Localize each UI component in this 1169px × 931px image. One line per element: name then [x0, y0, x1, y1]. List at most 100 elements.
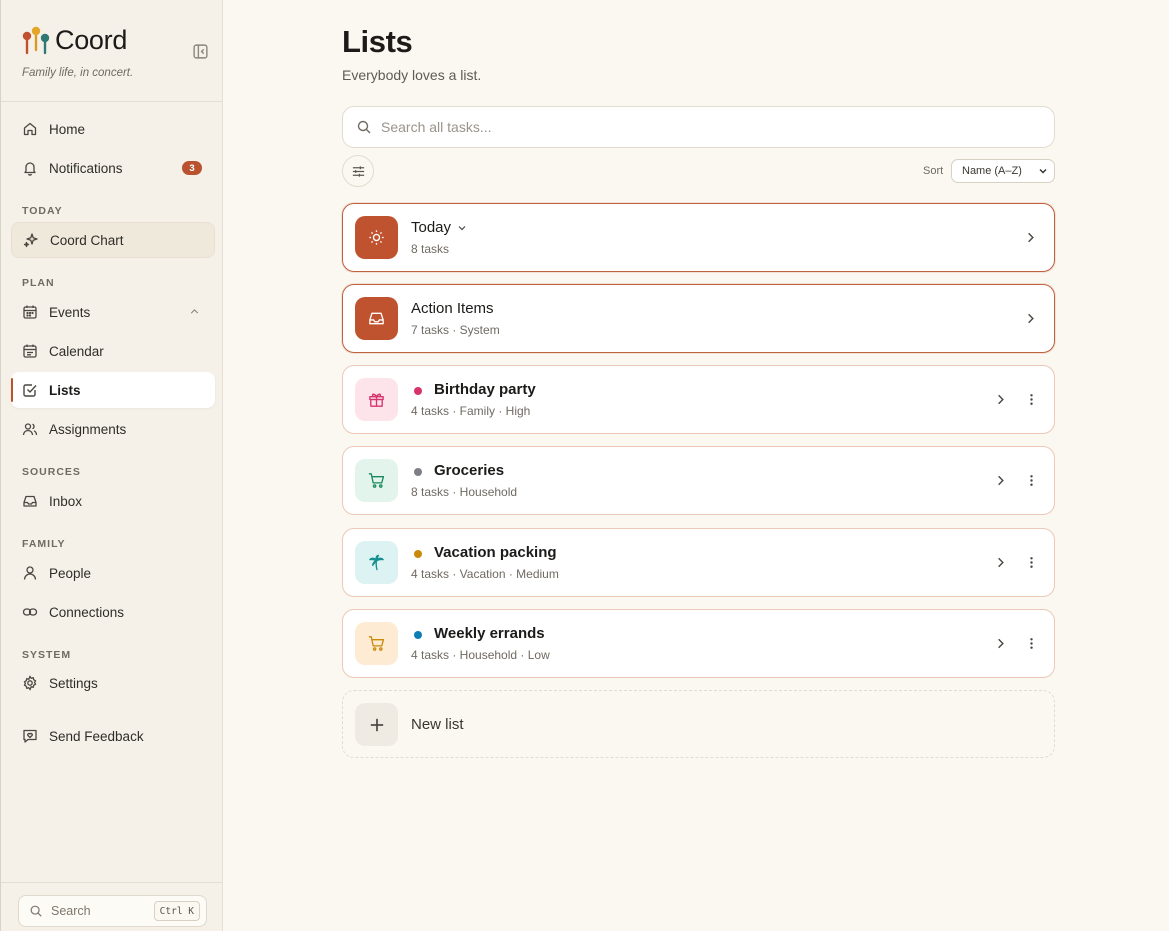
- list-card-groceries[interactable]: Groceries 8 tasks · Household: [342, 446, 1055, 515]
- priority-dot: [414, 550, 422, 558]
- sidebar-item-label: Connections: [49, 604, 125, 620]
- sidebar-item-coord-chart[interactable]: Coord Chart: [11, 222, 215, 258]
- inbox-icon: [22, 493, 38, 509]
- task-search-input[interactable]: [381, 119, 1021, 135]
- sidebar-item-inbox[interactable]: Inbox: [11, 483, 215, 519]
- chevron-up-icon[interactable]: [188, 305, 201, 318]
- sidebar-item-label: Send Feedback: [49, 728, 144, 744]
- sort-label: Sort: [923, 165, 944, 177]
- chevron-right-icon: [1028, 313, 1034, 324]
- section-label-sources: SOURCES: [22, 466, 81, 478]
- user-icon: [22, 565, 38, 581]
- list-card-action-items[interactable]: Action Items 7 tasks · System: [342, 284, 1055, 353]
- list-tile: [355, 216, 398, 259]
- chevron-right-icon: [998, 638, 1004, 649]
- more-vertical-icon[interactable]: [1024, 392, 1039, 407]
- list-name: Today: [411, 219, 468, 236]
- section-label-family: FAMILY: [22, 538, 66, 550]
- gear-icon: [22, 675, 38, 691]
- calendar-icon: [22, 343, 38, 359]
- link-icon: [22, 604, 38, 620]
- sidebar-item-send-feedback[interactable]: Send Feedback: [11, 718, 215, 754]
- list-meta: 4 tasks · Vacation · Medium: [411, 567, 559, 581]
- sidebar-item-label: Lists: [49, 382, 81, 398]
- keyboard-shortcut: Ctrl K: [153, 901, 200, 921]
- list-meta: 4 tasks · Family · High: [411, 404, 531, 418]
- sidebar-item-calendar[interactable]: Calendar: [11, 333, 215, 369]
- sort-select[interactable]: Name (A–Z): [951, 159, 1055, 183]
- cart-icon: [368, 473, 385, 488]
- sidebar-item-label: Settings: [49, 675, 98, 691]
- sidebar-item-home[interactable]: Home: [11, 111, 215, 147]
- brand-name: Coord: [55, 24, 128, 55]
- more-vertical-icon[interactable]: [1024, 555, 1039, 570]
- list-tile: [355, 703, 398, 746]
- notifications-count-badge: 3: [182, 161, 202, 175]
- list-name: Action Items: [411, 300, 494, 317]
- list-meta: 8 tasks: [411, 242, 450, 256]
- sliders-icon: [352, 165, 364, 177]
- sidebar-search-placeholder: Search: [51, 904, 91, 918]
- list-card-vacation-packing[interactable]: Vacation packing 4 tasks · Vacation · Me…: [342, 528, 1055, 597]
- feedback-heart-icon: [22, 728, 38, 744]
- list-tile: [355, 541, 398, 584]
- priority-dot: [414, 631, 422, 639]
- new-list-label: New list: [411, 716, 464, 733]
- sidebar-item-assignments[interactable]: Assignments: [11, 411, 215, 447]
- sidebar-item-connections[interactable]: Connections: [11, 594, 215, 630]
- sidebar-item-people[interactable]: People: [11, 555, 215, 591]
- section-label-system: SYSTEM: [22, 649, 72, 661]
- cart-icon: [368, 636, 385, 651]
- section-label-today: TODAY: [22, 205, 63, 217]
- sidebar-search[interactable]: Search Ctrl K: [18, 895, 207, 927]
- sidebar-item-events[interactable]: Events: [11, 294, 215, 330]
- list-name: Birthday party: [434, 381, 536, 398]
- list-card-today[interactable]: Today 8 tasks: [342, 203, 1055, 272]
- checkbox-icon: [22, 382, 38, 398]
- more-vertical-icon[interactable]: [1024, 473, 1039, 488]
- list-tile: [355, 459, 398, 502]
- section-label-plan: PLAN: [22, 277, 55, 289]
- new-list-button[interactable]: New list: [342, 690, 1055, 758]
- users-icon: [22, 421, 38, 437]
- more-vertical-icon[interactable]: [1024, 636, 1039, 651]
- sidebar-item-lists[interactable]: Lists: [11, 372, 215, 408]
- chevron-right-icon: [1028, 232, 1034, 243]
- plus-icon: [370, 718, 383, 731]
- sidebar-item-label: Inbox: [49, 493, 83, 509]
- list-tile: [355, 378, 398, 421]
- calendar-grid-icon: [22, 304, 38, 320]
- list-meta: 4 tasks · Household · Low: [411, 648, 550, 662]
- inbox-icon: [369, 312, 384, 325]
- task-search-bar[interactable]: [342, 106, 1055, 148]
- home-icon: [22, 121, 38, 137]
- sidebar-item-label: Notifications: [49, 160, 123, 176]
- list-card-birthday-party[interactable]: Birthday party 4 tasks · Family · High: [342, 365, 1055, 434]
- page-title: Lists: [342, 24, 413, 59]
- sidebar-item-label: Coord Chart: [50, 232, 124, 248]
- sidebar-item-label: Events: [49, 304, 91, 320]
- brand[interactable]: Coord: [21, 24, 127, 56]
- palm-tree-icon: [369, 554, 384, 571]
- search-icon: [357, 120, 371, 134]
- collapse-sidebar-icon[interactable]: [192, 43, 209, 60]
- list-name: Vacation packing: [434, 544, 557, 561]
- filter-button[interactable]: [342, 155, 374, 187]
- sun-icon: [369, 230, 384, 245]
- list-tile: [355, 297, 398, 340]
- list-name: Groceries: [434, 462, 505, 479]
- chevron-right-icon: [998, 475, 1004, 486]
- sidebar-item-settings[interactable]: Settings: [11, 665, 215, 701]
- search-icon: [30, 905, 42, 917]
- chevron-right-icon: [998, 394, 1004, 405]
- list-meta: 8 tasks · Household: [411, 485, 518, 499]
- chevron-down-icon[interactable]: [456, 222, 468, 234]
- list-card-weekly-errands[interactable]: Weekly errands 4 tasks · Household · Low: [342, 609, 1055, 678]
- list-name: Weekly errands: [434, 625, 545, 642]
- divider: [1, 882, 222, 883]
- sidebar-item-label: Assignments: [49, 421, 127, 437]
- list-name-text: Today: [411, 219, 452, 236]
- sidebar-item-notifications[interactable]: Notifications 3: [11, 150, 215, 186]
- divider: [1, 101, 222, 102]
- priority-dot: [414, 468, 422, 476]
